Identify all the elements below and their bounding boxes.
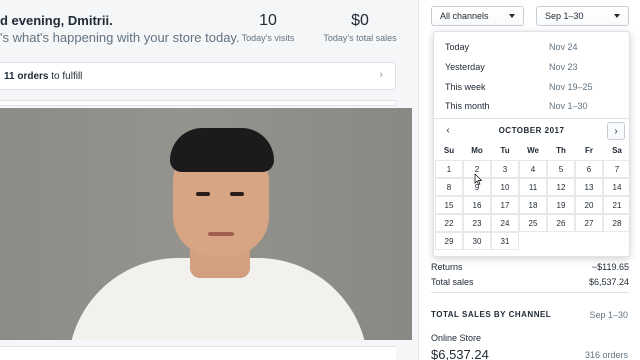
section-divider [431,292,629,293]
stat-todays-visits: 10 Today's visits [238,12,298,43]
orders-suffix: to fulfill [48,71,83,82]
popover-divider [434,118,629,119]
calendar-day[interactable]: 4 [519,160,547,178]
chevron-right-icon[interactable]: › [607,122,625,140]
calendar-empty-cell [547,232,575,250]
calendar-day[interactable]: 27 [575,214,603,232]
weekday-header: We [527,146,539,155]
calendar-day[interactable]: 23 [463,214,491,232]
stat-todays-sales: $0 Today's total sales [318,12,402,43]
bottom-card-edge [0,346,396,360]
presenter-video [0,108,412,340]
calendar-day[interactable]: 5 [547,160,575,178]
calendar-day[interactable]: 13 [575,178,603,196]
weekday-header: Mo [471,146,483,155]
weekday-header: Su [443,146,455,155]
calendar-header: ‹ OCTOBER 2017 › [434,120,629,142]
preset-name: This week [445,82,486,92]
calendar-day[interactable]: 24 [491,214,519,232]
channel-filter-value: All channels [440,11,489,21]
total-sales-value: $6,537.24 [588,277,629,287]
calendar-day[interactable]: 6 [575,160,603,178]
calendar-day[interactable]: 20 [575,196,603,214]
preset-name: Yesterday [445,62,485,72]
online-store-orders: 316 orders [584,350,628,360]
calendar-day[interactable]: 7 [603,160,631,178]
sales-by-channel-date: Sep 1–30 [589,310,628,320]
returns-value: −$119.65 [591,262,629,272]
calendar-grid: Su Mo Tu We Th Fr Sa 1 2 3 4 5 6 7 8 9 10 11 12 13 14 15 16 17 1… [435,142,631,250]
calendar-day[interactable]: 29 [435,232,463,250]
caret-down-icon [509,14,515,18]
caret-down-icon [614,14,620,18]
stat-label: Today's visits [241,33,295,43]
calendar-month-label: OCTOBER 2017 [498,126,565,135]
calendar-day[interactable]: 16 [463,196,491,214]
calendar-day[interactable]: 22 [435,214,463,232]
calendar-day[interactable]: 25 [519,214,547,232]
weekday-header: Th [556,146,566,155]
date-range-select[interactable]: Sep 1–30 [536,6,629,26]
calendar-day[interactable]: 31 [491,232,519,250]
preset-range: Nov 23 [549,62,578,72]
weekday-header: Tu [500,146,510,155]
date-range-popover: Today Nov 24 Yesterday Nov 23 This week … [433,31,631,257]
preset-range: Nov 24 [549,42,578,52]
calendar-day[interactable]: 12 [547,178,575,196]
calendar-day[interactable]: 1 [435,160,463,178]
presenter-mouth [208,232,234,236]
total-sales-row: Total sales $6,537.24 [431,277,629,287]
calendar-day[interactable]: 18 [519,196,547,214]
stat-value: $0 [351,12,369,29]
presenter-eye [196,192,210,196]
returns-row: Returns −$119.65 [431,262,629,272]
calendar-day[interactable]: 15 [435,196,463,214]
calendar-empty-cell [575,232,603,250]
orders-to-fulfill-text: 11 orders to fulfill [4,71,82,82]
calendar-day[interactable]: 11 [519,178,547,196]
preset-name: This month [445,101,490,111]
weekday-header: Sa [612,146,622,155]
calendar-day[interactable]: 3 [491,160,519,178]
calendar-day[interactable]: 19 [547,196,575,214]
calendar-day[interactable]: 21 [603,196,631,214]
calendar-day[interactable]: 28 [603,214,631,232]
online-store-sales: $6,537.24 [431,347,489,360]
main-content: d evening, Dmitrii. 's what's happening … [0,0,418,360]
calendar-day[interactable]: 17 [491,196,519,214]
preset-yesterday[interactable]: Yesterday Nov 23 [434,57,629,77]
calendar-day[interactable]: 26 [547,214,575,232]
total-sales-label: Total sales [431,277,474,287]
stat-label: Today's total sales [323,33,397,43]
calendar-day[interactable]: 10 [491,178,519,196]
chevron-right-icon: › [379,69,383,81]
online-store-label: Online Store [431,333,482,343]
calendar-day[interactable]: 30 [463,232,491,250]
preset-range: Nov 19–25 [549,82,593,92]
calendar-day[interactable]: 8 [435,178,463,196]
preset-this-week[interactable]: This week Nov 19–25 [434,77,629,97]
orders-to-fulfill-card[interactable]: 11 orders to fulfill › [0,62,396,90]
sales-by-channel-title: TOTAL SALES BY CHANNEL [431,310,552,319]
preset-name: Today [445,42,470,52]
greeting-heading: d evening, Dmitrii. [0,13,113,28]
preset-range: Nov 1–30 [549,101,588,111]
channel-filter-select[interactable]: All channels [431,6,524,26]
greeting-subtitle: 's what's happening with your store toda… [0,30,240,45]
stat-value: 10 [259,12,277,29]
next-card-edge [0,100,396,106]
mouse-cursor-icon [474,174,482,185]
orders-count: 11 orders [4,71,49,82]
calendar-empty-cell [603,232,631,250]
date-range-value: Sep 1–30 [545,11,584,21]
weekday-header: Fr [585,146,593,155]
presenter-eye [230,192,244,196]
calendar-empty-cell [519,232,547,250]
returns-label: Returns [431,262,463,272]
presenter-hair [170,128,274,172]
calendar-day[interactable]: 14 [603,178,631,196]
preset-today[interactable]: Today Nov 24 [434,37,629,57]
preset-this-month[interactable]: This month Nov 1–30 [434,96,629,116]
